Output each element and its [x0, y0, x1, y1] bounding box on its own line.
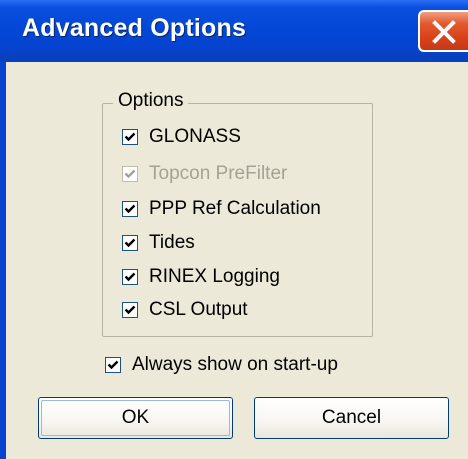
checkbox-label: Always show on start-up: [132, 354, 338, 375]
checkbox-box[interactable]: [122, 269, 138, 285]
window-frame-left: [0, 62, 6, 459]
checkbox-label: CSL Output: [149, 299, 248, 320]
checkbox-label: Topcon PreFilter: [149, 163, 288, 184]
checkbox-box[interactable]: [122, 201, 138, 217]
glonass-checkbox[interactable]: GLONASS: [122, 124, 241, 150]
advanced-options-dialog: Advanced Options Options GLONASS Topcon …: [0, 0, 468, 459]
checkmark-icon: [124, 204, 136, 214]
title-bar[interactable]: Advanced Options: [0, 0, 468, 62]
checkmark-icon: [124, 132, 136, 142]
checkbox-box[interactable]: [122, 129, 138, 145]
csl-output-checkbox[interactable]: CSL Output: [122, 297, 248, 323]
close-button[interactable]: [418, 10, 468, 52]
always-show-checkbox[interactable]: Always show on start-up: [105, 352, 338, 378]
topcon-prefilter-checkbox: Topcon PreFilter: [122, 161, 287, 187]
checkmark-icon: [124, 169, 136, 179]
options-group-legend: Options: [113, 90, 189, 112]
tides-checkbox[interactable]: Tides: [122, 230, 195, 256]
checkbox-box[interactable]: [122, 235, 138, 251]
close-icon: [432, 20, 456, 44]
checkbox-box: [122, 166, 138, 182]
checkmark-icon: [107, 360, 119, 370]
checkmark-icon: [124, 305, 136, 315]
checkbox-box[interactable]: [122, 302, 138, 318]
checkmark-icon: [124, 238, 136, 248]
checkbox-label: Tides: [149, 232, 195, 253]
checkbox-label: PPP Ref Calculation: [149, 198, 321, 219]
rinex-logging-checkbox[interactable]: RINEX Logging: [122, 264, 280, 290]
checkbox-box[interactable]: [105, 357, 121, 373]
checkbox-label: GLONASS: [149, 126, 241, 147]
ppp-ref-calculation-checkbox[interactable]: PPP Ref Calculation: [122, 196, 321, 222]
ok-button[interactable]: OK: [38, 397, 233, 439]
checkmark-icon: [124, 272, 136, 282]
dialog-title: Advanced Options: [22, 14, 247, 42]
checkbox-label: RINEX Logging: [149, 266, 280, 287]
cancel-button[interactable]: Cancel: [254, 397, 449, 439]
